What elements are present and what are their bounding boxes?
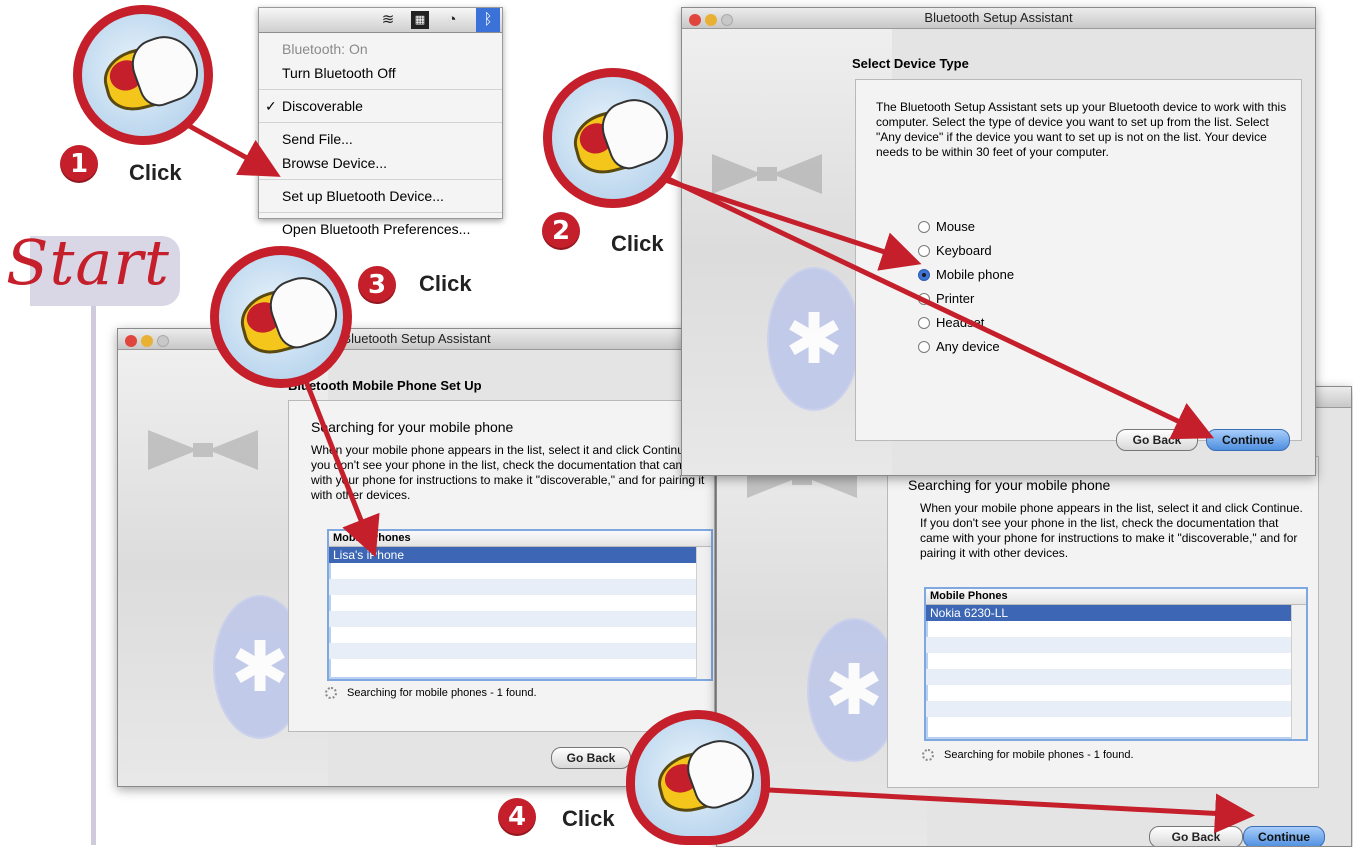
mouse-click-illustration-4	[626, 710, 770, 845]
arrow-step2-continue	[658, 172, 1215, 440]
step-3-badge: 3	[358, 266, 396, 304]
mouse-click-illustration-2	[543, 68, 683, 208]
step-1-badge: 1	[60, 145, 98, 183]
step-4-click-label: Click	[562, 806, 615, 831]
arrow-step4	[729, 785, 1255, 834]
mouse-click-illustration-1	[73, 5, 213, 145]
step-2-click-label: Click	[611, 231, 664, 256]
mouse-click-illustration-3	[210, 246, 352, 388]
step-3-click-label: Click	[419, 271, 472, 296]
step-4-badge: 4	[498, 798, 536, 836]
step-2-badge: 2	[542, 212, 580, 250]
arrow-step3	[297, 365, 380, 558]
step-1-click-label: Click	[129, 160, 182, 185]
